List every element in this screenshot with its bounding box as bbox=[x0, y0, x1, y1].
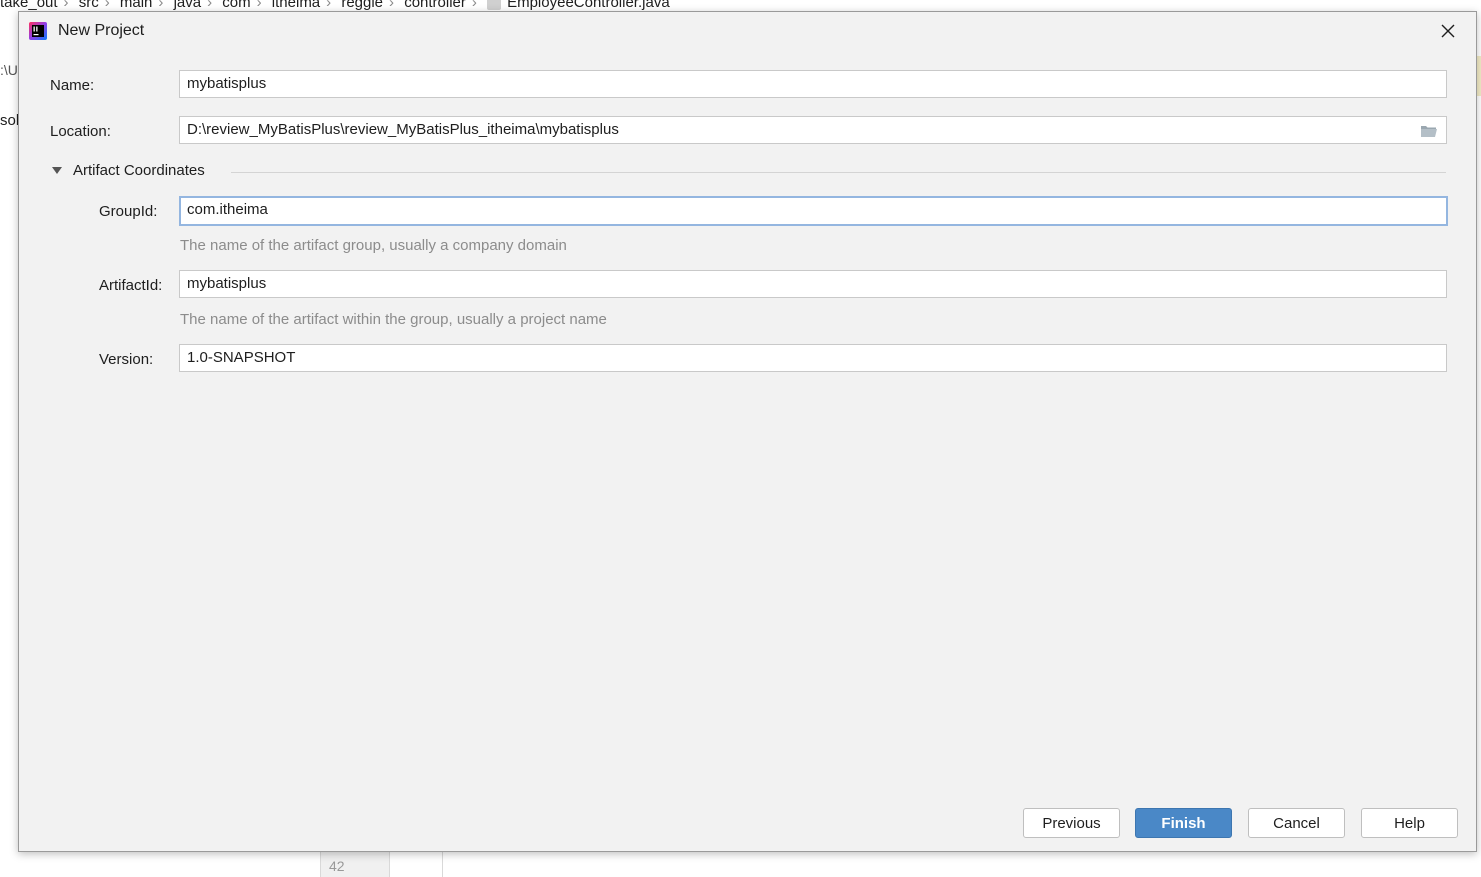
chevron-right-icon: › bbox=[326, 0, 332, 11]
breadcrumb-item[interactable]: reggie bbox=[341, 0, 383, 11]
breadcrumb-item[interactable]: controller bbox=[404, 0, 466, 11]
breadcrumb-item[interactable]: src bbox=[79, 0, 99, 11]
chevron-right-icon: › bbox=[63, 0, 69, 11]
java-class-icon bbox=[487, 0, 502, 11]
breadcrumb-item[interactable]: main bbox=[120, 0, 153, 11]
artifact-coordinates-toggle[interactable]: Artifact Coordinates bbox=[52, 162, 205, 179]
name-input[interactable]: mybatisplus bbox=[179, 70, 1447, 98]
background-text-fragment: sol bbox=[0, 112, 20, 129]
location-value: D:\review_MyBatisPlus\review_MyBatisPlus… bbox=[187, 121, 619, 138]
previous-button[interactable]: Previous bbox=[1023, 808, 1120, 838]
groupid-label: GroupId: bbox=[99, 203, 158, 220]
background-path-fragment: :\U bbox=[0, 62, 18, 78]
close-button[interactable] bbox=[1434, 18, 1462, 44]
section-title: Artifact Coordinates bbox=[73, 162, 205, 179]
version-label: Version: bbox=[99, 351, 154, 368]
chevron-right-icon: › bbox=[104, 0, 110, 11]
breadcrumb-item[interactable]: com bbox=[222, 0, 250, 11]
expand-triangle-icon bbox=[52, 167, 62, 174]
chevron-right-icon: › bbox=[158, 0, 164, 11]
location-input[interactable]: D:\review_MyBatisPlus\review_MyBatisPlus… bbox=[179, 116, 1447, 144]
new-project-dialog: New Project Name: mybatisplus Location: … bbox=[18, 11, 1477, 852]
breadcrumb-item[interactable]: take_out bbox=[0, 0, 58, 11]
breadcrumb-item[interactable]: EmployeeController.java bbox=[507, 0, 670, 11]
chevron-right-icon: › bbox=[471, 0, 477, 11]
groupid-hint: The name of the artifact group, usually … bbox=[180, 237, 567, 254]
breadcrumb-item[interactable]: itheima bbox=[272, 0, 320, 11]
background-highlight-strip bbox=[1477, 56, 1481, 96]
cancel-button[interactable]: Cancel bbox=[1248, 808, 1345, 838]
groupid-input[interactable]: com.itheima bbox=[179, 196, 1448, 226]
dialog-titlebar[interactable]: New Project bbox=[19, 12, 1476, 50]
chevron-right-icon: › bbox=[207, 0, 213, 11]
location-label: Location: bbox=[50, 123, 111, 140]
version-input[interactable]: 1.0-SNAPSHOT bbox=[179, 344, 1447, 372]
help-button[interactable]: Help bbox=[1361, 808, 1458, 838]
chevron-right-icon: › bbox=[389, 0, 395, 11]
finish-button[interactable]: Finish bbox=[1135, 808, 1232, 838]
editor-divider bbox=[442, 852, 443, 877]
artifactid-label: ArtifactId: bbox=[99, 277, 163, 294]
intellij-app-icon bbox=[29, 22, 47, 40]
name-label: Name: bbox=[50, 77, 95, 94]
artifactid-hint: The name of the artifact within the grou… bbox=[180, 311, 607, 328]
folder-icon[interactable] bbox=[1420, 124, 1438, 138]
breadcrumb-item[interactable]: java bbox=[174, 0, 202, 11]
editor-gutter-line-number: 42 bbox=[320, 852, 390, 877]
artifactid-input[interactable]: mybatisplus bbox=[179, 270, 1447, 298]
chevron-right-icon: › bbox=[256, 0, 262, 11]
close-icon bbox=[1441, 24, 1455, 38]
section-divider bbox=[231, 172, 1446, 173]
dialog-title: New Project bbox=[58, 22, 145, 39]
